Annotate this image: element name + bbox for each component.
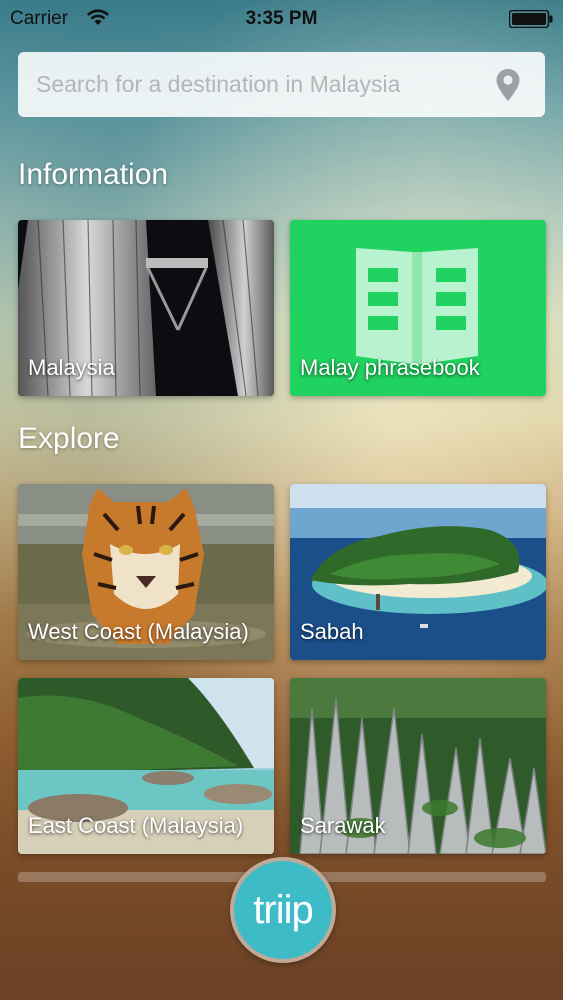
tile-east-coast[interactable]: East Coast (Malaysia) bbox=[18, 678, 274, 854]
tile-malay-phrasebook[interactable]: Malay phrasebook bbox=[290, 220, 546, 396]
tile-label: West Coast (Malaysia) bbox=[28, 619, 249, 644]
clock: 3:35 PM bbox=[245, 8, 318, 29]
tile-label: Malaysia bbox=[28, 355, 115, 380]
information-heading: Information bbox=[18, 158, 169, 191]
battery-icon bbox=[509, 10, 553, 28]
tile-west-coast[interactable]: West Coast (Malaysia) bbox=[18, 484, 274, 660]
tile-label: Sabah bbox=[300, 619, 364, 644]
triip-label: triip bbox=[234, 861, 332, 959]
tile-malaysia[interactable]: Malaysia bbox=[18, 220, 274, 396]
triip-button[interactable]: triip bbox=[230, 857, 336, 963]
explore-heading: Explore bbox=[18, 422, 120, 455]
open-book-icon bbox=[356, 248, 478, 364]
tile-label: Sarawak bbox=[300, 813, 386, 838]
search-input[interactable] bbox=[36, 52, 486, 117]
tile-label: Malay phrasebook bbox=[300, 355, 480, 380]
search-bar[interactable] bbox=[18, 52, 545, 117]
status-bar: Carrier 3:35 PM bbox=[0, 0, 563, 40]
tile-sarawak[interactable]: Sarawak bbox=[290, 678, 546, 854]
tile-sabah[interactable]: Sabah bbox=[290, 484, 546, 660]
tile-label: East Coast (Malaysia) bbox=[28, 813, 244, 838]
location-pin-icon[interactable] bbox=[495, 68, 521, 102]
